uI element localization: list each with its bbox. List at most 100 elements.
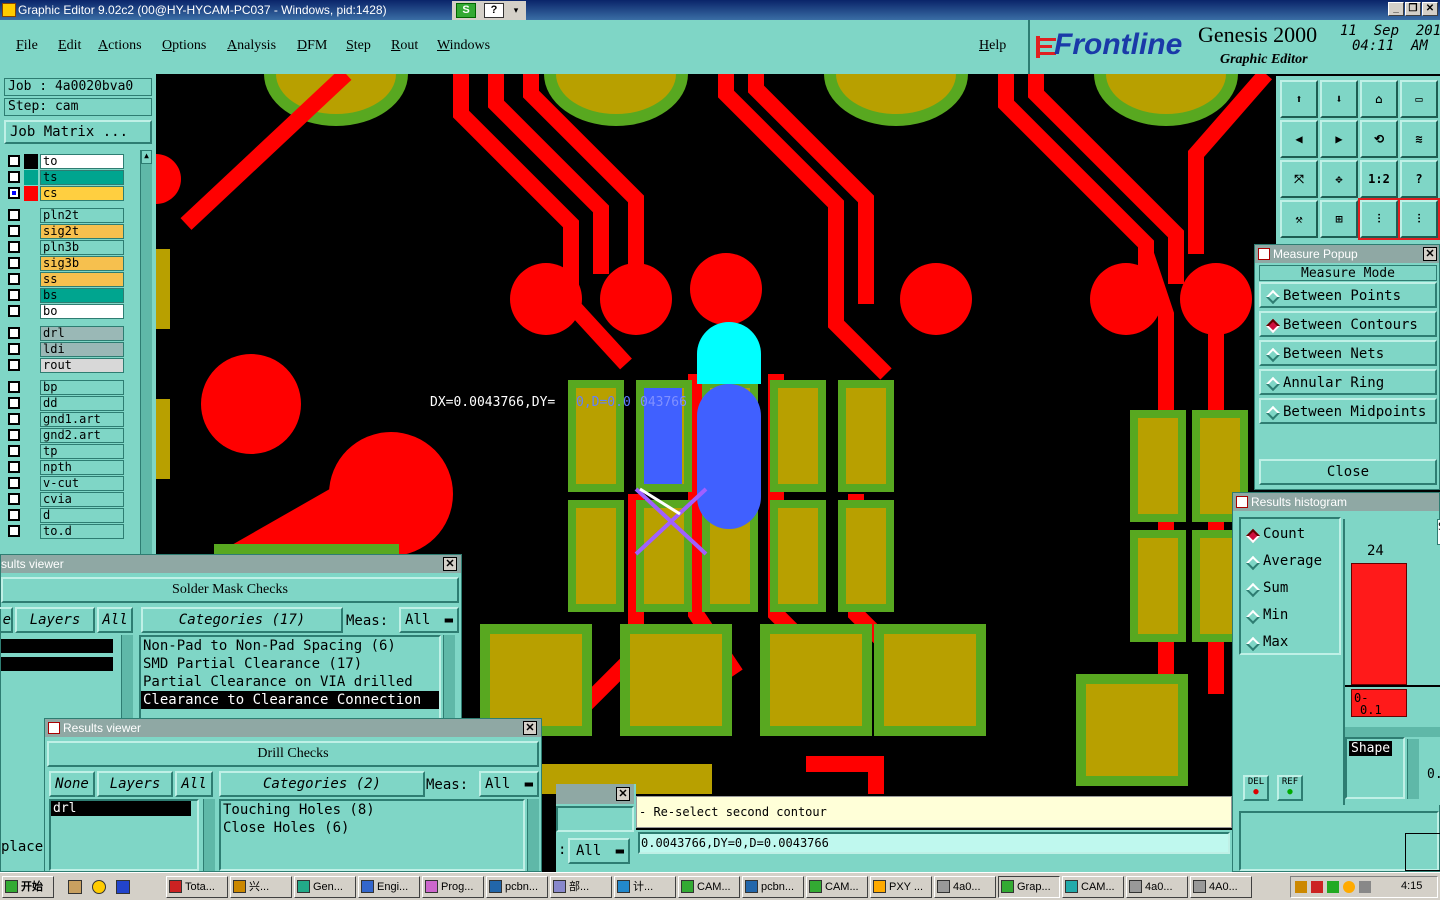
drill-layer-scrollbar[interactable]	[203, 799, 215, 871]
layer-color-swatch[interactable]	[24, 240, 38, 255]
layer-row-tp[interactable]: tp	[8, 444, 124, 459]
tool-button-icon[interactable]: ⊞	[1320, 200, 1358, 238]
layer-color-swatch[interactable]	[24, 358, 38, 373]
layer-row-cvia[interactable]: cvia	[8, 492, 124, 507]
minimize-button[interactable]: _	[1388, 2, 1404, 16]
measure-option[interactable]: Between Points	[1259, 282, 1437, 308]
solder-category-item[interactable]: SMD Partial Clearance (17)	[141, 655, 439, 673]
measure-option[interactable]: Between Contours	[1259, 311, 1437, 337]
layer-checkbox[interactable]	[8, 359, 20, 371]
layer-color-swatch[interactable]	[24, 380, 38, 395]
solder-meas-dropdown[interactable]: All ▬	[399, 607, 459, 633]
taskbar-item[interactable]: CAM...	[806, 876, 868, 898]
solder-tab-all[interactable]: All	[97, 607, 133, 633]
layer-color-swatch[interactable]	[24, 508, 38, 523]
taskbar-item[interactable]: Prog...	[422, 876, 484, 898]
layer-color-swatch[interactable]	[24, 476, 38, 491]
layer-name[interactable]: pln2t	[40, 208, 124, 223]
layer-color-swatch[interactable]	[24, 256, 38, 271]
layer-checkbox[interactable]	[8, 257, 20, 269]
layer-color-swatch[interactable]	[24, 492, 38, 507]
layer-row-gnd2-art[interactable]: gnd2.art	[8, 428, 124, 443]
layer-name[interactable]: drl	[40, 326, 124, 341]
layer-color-swatch[interactable]	[24, 444, 38, 459]
layer-color-swatch[interactable]	[24, 396, 38, 411]
drill-category-scrollbar[interactable]	[527, 799, 539, 871]
menu-windows[interactable]: Windows	[437, 38, 490, 54]
layer-name[interactable]: rout	[40, 358, 124, 373]
layer-color-swatch[interactable]	[24, 272, 38, 287]
layer-color-swatch[interactable]	[24, 186, 38, 201]
layer-checkbox[interactable]	[8, 187, 20, 199]
layer-name[interactable]: gnd1.art	[40, 412, 124, 427]
tray-icon-1[interactable]	[1295, 881, 1307, 893]
solder-tab-layers[interactable]: Layers	[15, 607, 95, 633]
drill-viewer-close-icon[interactable]: ✕	[523, 721, 537, 735]
layer-row-ss[interactable]: ss	[8, 272, 124, 287]
tool-button-icon[interactable]: ◀	[1280, 120, 1318, 158]
menu-help[interactable]: Help	[979, 38, 1006, 54]
drill-tab-none[interactable]: None	[49, 771, 95, 797]
taskbar-item[interactable]: 4a0...	[1126, 876, 1188, 898]
layer-row-gnd1-art[interactable]: gnd1.art	[8, 412, 124, 427]
s-tool-icon[interactable]: S	[456, 3, 476, 18]
menu-analysis[interactable]: Analysis	[227, 38, 276, 54]
taskbar-item[interactable]: CAM...	[1062, 876, 1124, 898]
shape-scrollbar[interactable]	[1407, 739, 1419, 799]
layer-row-pln2t[interactable]: pln2t	[8, 208, 124, 223]
solder-layer-row[interactable]	[1, 657, 113, 671]
layer-color-swatch[interactable]	[24, 224, 38, 239]
tool-button-icon[interactable]: ✥	[1320, 160, 1358, 198]
layer-row-sig3b[interactable]: sig3b	[8, 256, 124, 271]
layer-row-dd[interactable]: dd	[8, 396, 124, 411]
taskbar-item[interactable]: PXY ...	[870, 876, 932, 898]
taskbar-item[interactable]: Grap...	[998, 876, 1060, 898]
close-button[interactable]: ✕	[1422, 2, 1438, 16]
layer-name[interactable]: sig3b	[40, 256, 124, 271]
menu-options[interactable]: Options	[162, 38, 206, 54]
layer-name[interactable]: npth	[40, 460, 124, 475]
measure-option[interactable]: Annular Ring	[1259, 369, 1437, 395]
measure-popup-close-icon[interactable]: ✕	[1423, 247, 1437, 261]
drill-meas-dropdown[interactable]: All ▬	[479, 771, 539, 797]
layer-color-swatch[interactable]	[24, 524, 38, 539]
tool-button-icon[interactable]: ⫶	[1398, 198, 1440, 240]
layer-checkbox[interactable]	[8, 289, 20, 301]
layer-name[interactable]: gnd2.art	[40, 428, 124, 443]
tool-button-icon[interactable]: ≋	[1400, 120, 1438, 158]
layer-checkbox[interactable]	[8, 241, 20, 253]
measure-option[interactable]: Between Nets	[1259, 340, 1437, 366]
tool-button-icon[interactable]: ▭	[1400, 80, 1438, 118]
layer-name[interactable]: bo	[40, 304, 124, 319]
layer-checkbox[interactable]	[8, 493, 20, 505]
tool-button-icon[interactable]: ⚒	[1280, 200, 1318, 238]
layer-color-swatch[interactable]	[24, 326, 38, 341]
layer-row-rout[interactable]: rout	[8, 358, 124, 373]
drill-layer-item[interactable]: drl	[51, 801, 191, 816]
tool-button-icon[interactable]: ⤧	[1280, 160, 1318, 198]
layer-checkbox[interactable]	[8, 509, 20, 521]
layer-checkbox[interactable]	[8, 429, 20, 441]
layer-name[interactable]: bs	[40, 288, 124, 303]
menu-dfm[interactable]: DFM	[297, 38, 327, 54]
drill-tab-layers[interactable]: Layers	[97, 771, 173, 797]
layer-row-bp[interactable]: bp	[8, 380, 124, 395]
scroll-up-icon[interactable]: ▲	[141, 150, 152, 164]
layer-color-swatch[interactable]	[24, 342, 38, 357]
status-all-dropdown[interactable]: All ▬	[568, 838, 630, 864]
tray-icon-4[interactable]	[1343, 881, 1355, 893]
browser-icon[interactable]	[92, 880, 106, 894]
status-close-icon[interactable]: ✕	[616, 787, 630, 801]
taskbar-item[interactable]: 部...	[550, 876, 612, 898]
layer-row-cs[interactable]: cs	[8, 186, 124, 201]
layer-name[interactable]: to.d	[40, 524, 124, 539]
drill-tab-all[interactable]: All	[175, 771, 213, 797]
layer-checkbox[interactable]	[8, 209, 20, 221]
tray-icon-2[interactable]	[1311, 881, 1323, 893]
solder-layer-row[interactable]	[1, 639, 113, 653]
layer-name[interactable]: sig2t	[40, 224, 124, 239]
drill-category-item[interactable]: Close Holes (6)	[221, 819, 523, 837]
tool-button-icon[interactable]: ⬆	[1280, 80, 1318, 118]
layer-name[interactable]: d	[40, 508, 124, 523]
histogram-option[interactable]: Sum	[1241, 577, 1339, 601]
